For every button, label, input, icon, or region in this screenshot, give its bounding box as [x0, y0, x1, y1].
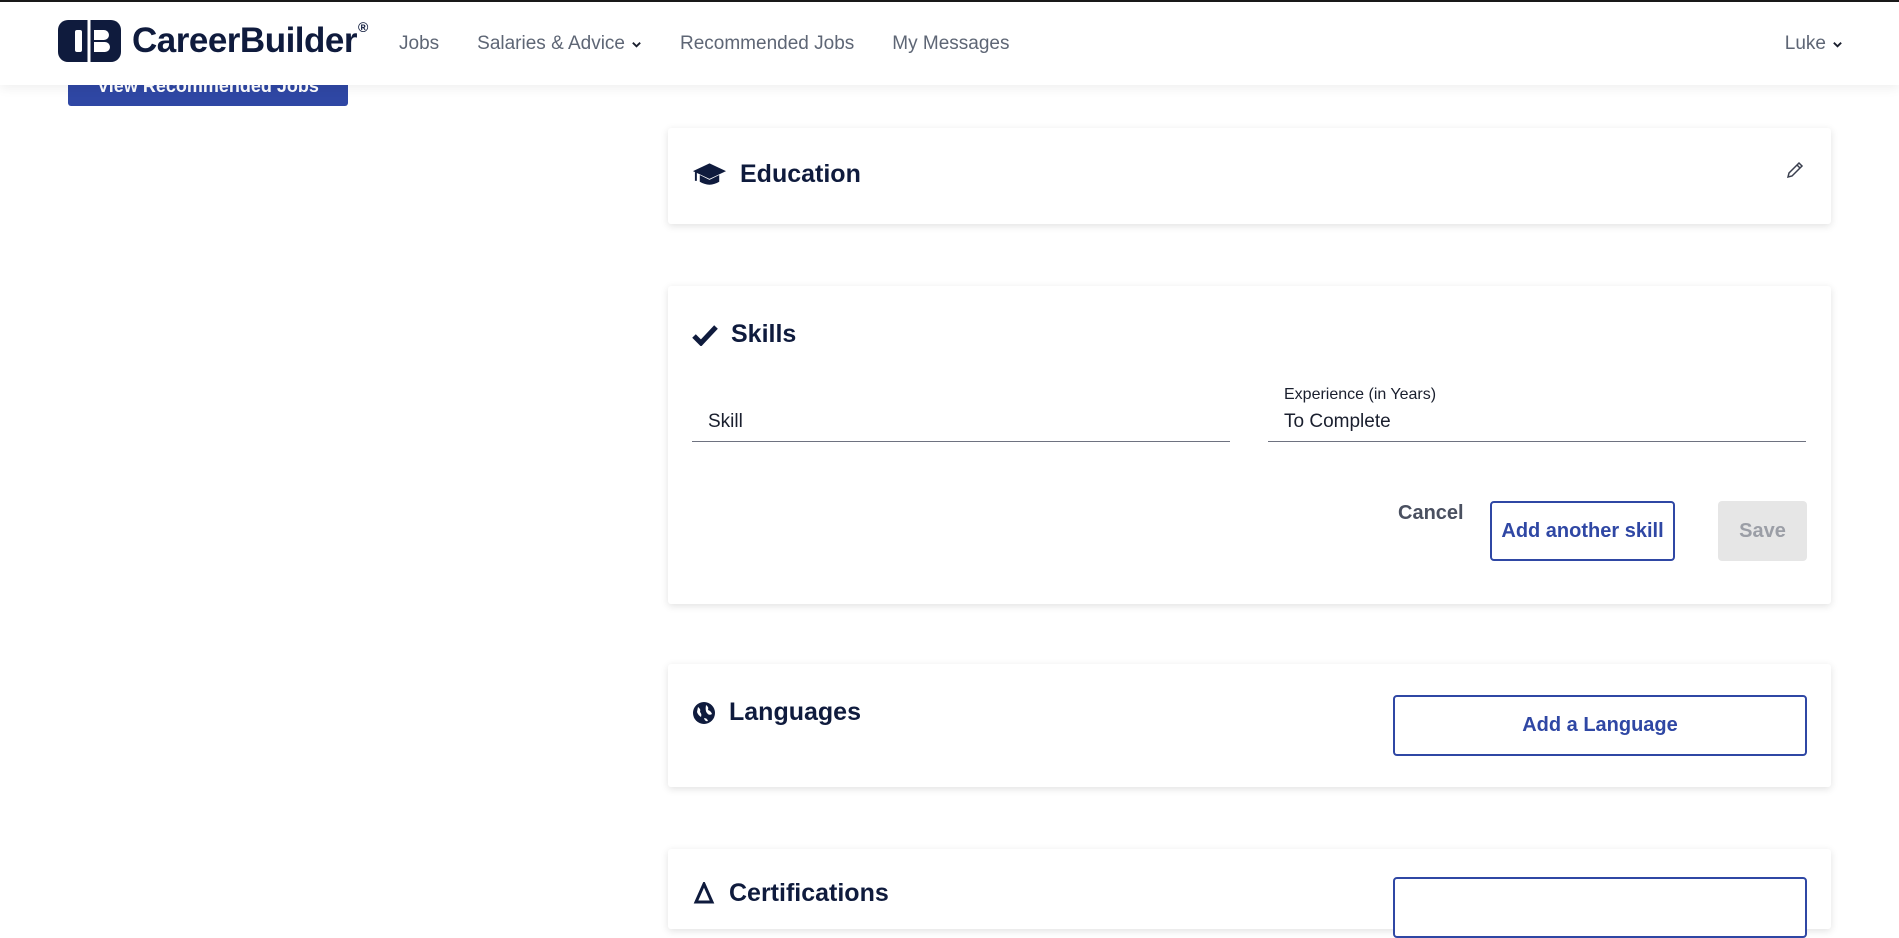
careerbuilder-logo[interactable]: CareerBuilder ®	[58, 19, 369, 62]
experience-years-select[interactable]: Experience (in Years) To Complete	[1268, 386, 1806, 442]
certifications-title: Certifications	[729, 879, 889, 907]
nav-salaries-advice[interactable]: Salaries & Advice	[477, 33, 642, 55]
skills-card: Skills Skill Experience (in Years) To Co…	[668, 286, 1831, 604]
education-heading: Education	[692, 160, 861, 189]
skill-input[interactable]: Skill	[692, 386, 1230, 442]
add-language-button[interactable]: Add a Language	[1393, 695, 1807, 756]
nav-jobs-label: Jobs	[399, 33, 440, 54]
save-button[interactable]: Save	[1718, 501, 1807, 561]
graduation-cap-icon	[692, 162, 727, 185]
top-navigation: CareerBuilder ® Jobs Salaries & Advice R…	[0, 2, 1899, 85]
save-label: Save	[1739, 519, 1786, 542]
nav-jobs[interactable]: Jobs	[399, 33, 439, 55]
chevron-down-icon	[1833, 41, 1842, 48]
user-menu[interactable]: Luke	[1785, 33, 1843, 55]
experience-label: Experience (in Years)	[1284, 386, 1437, 403]
certifications-heading: Certifications	[692, 879, 889, 908]
experience-value: To Complete	[1284, 411, 1391, 432]
check-icon	[692, 324, 718, 346]
certificate-icon	[693, 881, 715, 903]
languages-title: Languages	[729, 698, 861, 726]
globe-icon	[693, 701, 715, 724]
nav-my-messages[interactable]: My Messages	[892, 33, 1009, 55]
registered-mark: ®	[357, 19, 369, 35]
skills-title: Skills	[731, 320, 797, 348]
languages-heading: Languages	[692, 698, 861, 727]
skill-input-placeholder: Skill	[708, 411, 743, 432]
main-menu: Jobs Salaries & Advice Recommended Jobs …	[399, 33, 1047, 55]
brand-name: CareerBuilder	[132, 21, 357, 60]
nav-salaries-label: Salaries & Advice	[477, 33, 625, 54]
careerbuilder-logo-icon	[58, 20, 121, 62]
education-card: Education	[668, 128, 1831, 224]
certifications-card: Certifications	[668, 849, 1831, 938]
chevron-down-icon	[632, 41, 641, 48]
add-another-skill-label: Add another skill	[1501, 519, 1664, 542]
nav-messages-label: My Messages	[892, 33, 1010, 54]
nav-recommended-label: Recommended Jobs	[680, 33, 855, 54]
cancel-button[interactable]: Cancel	[1398, 502, 1464, 525]
languages-card: Languages Add a Language	[668, 664, 1831, 787]
skills-heading: Skills	[692, 320, 796, 349]
education-title: Education	[740, 160, 861, 188]
user-name: Luke	[1784, 33, 1826, 54]
add-language-label: Add a Language	[1522, 714, 1678, 736]
add-certification-button[interactable]	[1393, 877, 1807, 938]
add-another-skill-button[interactable]: Add another skill	[1490, 501, 1675, 561]
pencil-icon[interactable]	[1785, 160, 1805, 180]
nav-recommended-jobs[interactable]: Recommended Jobs	[680, 33, 854, 55]
